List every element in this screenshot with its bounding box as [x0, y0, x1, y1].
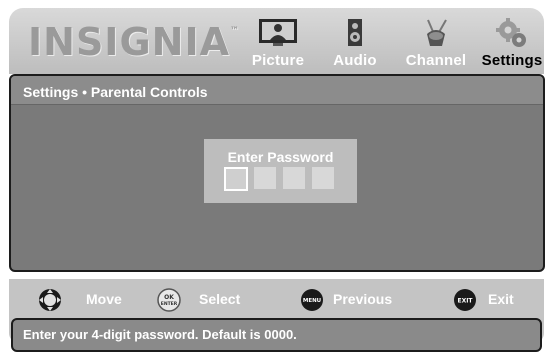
- tab-settings[interactable]: Settings: [477, 18, 547, 72]
- password-digit-4[interactable]: [312, 167, 334, 189]
- gears-icon: [496, 18, 526, 47]
- dpad-icon: [39, 289, 61, 311]
- breadcrumb: Settings • Parental Controls: [23, 84, 208, 100]
- tab-channel-label: Channel: [405, 52, 467, 69]
- tab-audio-label: Audio: [333, 52, 377, 69]
- password-title: Enter Password: [227, 149, 334, 165]
- tab-channel[interactable]: Channel: [398, 18, 474, 72]
- top-menu-bar: INSIGNIA™ Picture Audio Channel Settings: [9, 8, 544, 74]
- control-hint-bar: Move OK ENTER Select MENU Previous EXIT …: [9, 279, 544, 352]
- svg-text:MENU: MENU: [303, 298, 321, 304]
- brand-logo: INSIGNIA™: [28, 20, 240, 64]
- tab-picture-label: Picture: [251, 52, 305, 69]
- status-message: Enter your 4-digit password. Default is …: [23, 327, 297, 342]
- tab-settings-label: Settings: [481, 52, 543, 69]
- speaker-icon: [348, 19, 362, 46]
- menu-button-icon: MENU: [301, 289, 323, 311]
- tab-picture[interactable]: Picture: [245, 18, 311, 72]
- password-dialog: Enter Password: [204, 139, 357, 203]
- ok-enter-button-icon: OK ENTER: [157, 288, 181, 312]
- hint-exit-label: Exit: [488, 291, 514, 307]
- password-digit-2[interactable]: [254, 167, 276, 189]
- hint-previous-label: Previous: [333, 291, 393, 307]
- parental-controls-panel: Settings • Parental Controls Enter Passw…: [9, 74, 545, 272]
- svg-text:ENTER: ENTER: [161, 301, 178, 307]
- picture-icon: [259, 19, 297, 46]
- password-digit-3[interactable]: [283, 167, 305, 189]
- password-digit-1[interactable]: [224, 167, 248, 191]
- tab-audio[interactable]: Audio: [327, 18, 383, 72]
- antenna-icon: [427, 19, 447, 46]
- panel-header: Settings • Parental Controls: [11, 76, 543, 105]
- hint-move-label: Move: [86, 291, 122, 307]
- svg-text:OK: OK: [164, 294, 174, 301]
- hint-select-label: Select: [199, 291, 241, 307]
- tv-menu-screen: INSIGNIA™ Picture Audio Channel Settings…: [0, 0, 553, 352]
- status-message-box: Enter your 4-digit password. Default is …: [11, 318, 542, 352]
- svg-text:EXIT: EXIT: [457, 298, 473, 305]
- exit-button-icon: EXIT: [454, 289, 476, 311]
